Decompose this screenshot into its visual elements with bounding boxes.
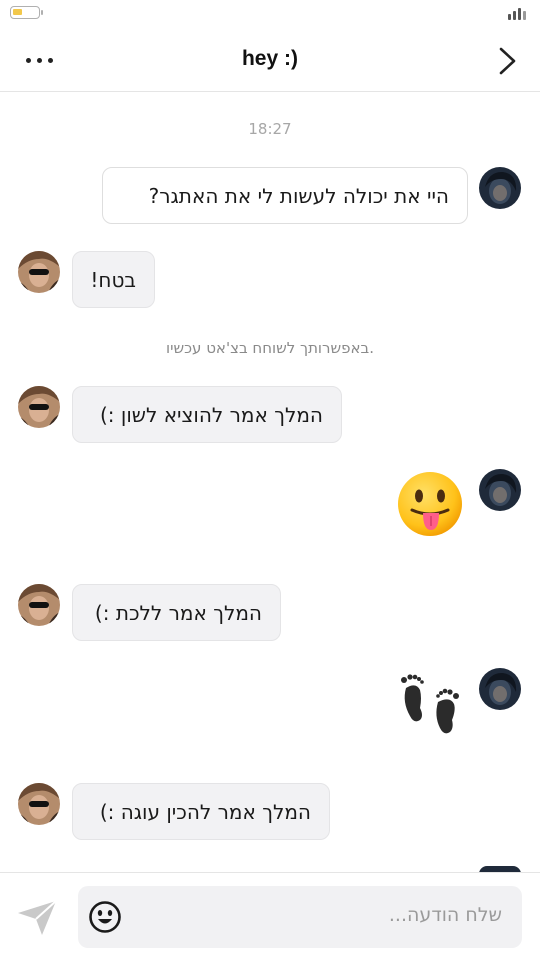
chat-notice: באפשרותך לשוחח בצ'אט עכשיו. (166, 339, 374, 357)
signal-icon (508, 6, 530, 20)
message-bubble-outgoing[interactable]: היי את יכולה לעשות לי את האתגר? (102, 167, 468, 224)
battery-icon (10, 6, 43, 19)
avatar-contact[interactable] (18, 783, 60, 825)
avatar-me[interactable] (479, 167, 521, 209)
message-input-placeholder: שלח הודעה... (388, 904, 502, 926)
message-bubble-incoming[interactable]: המלך אמר ללכת :) (72, 584, 281, 641)
chat-title: hey :) (241, 47, 298, 70)
chat-header: hey :) (0, 30, 540, 92)
message-bubble-incoming[interactable]: בטח! (72, 251, 155, 308)
message-input[interactable]: שלח הודעה... (78, 886, 522, 948)
paper-plane-icon[interactable] (16, 899, 58, 937)
footprints-emoji[interactable] (394, 668, 466, 744)
status-bar (0, 0, 540, 30)
avatar-contact[interactable] (18, 386, 60, 428)
ellipsis-icon[interactable] (24, 46, 58, 74)
avatar-me[interactable] (479, 668, 521, 710)
avatar-me[interactable] (479, 469, 521, 511)
smiley-icon[interactable] (88, 900, 122, 934)
message-bubble-incoming[interactable]: המלך אמר להכין עוגה :) (72, 783, 330, 840)
message-composer: שלח הודעה... (0, 872, 540, 960)
chevron-right-icon[interactable] (496, 45, 518, 77)
avatar-contact[interactable] (18, 584, 60, 626)
tongue-out-face-emoji[interactable] (396, 470, 464, 542)
message-bubble-incoming[interactable]: המלך אמר להוציא לשון :) (72, 386, 342, 443)
avatar-contact[interactable] (18, 251, 60, 293)
message-timestamp: 18:27 (248, 120, 292, 138)
